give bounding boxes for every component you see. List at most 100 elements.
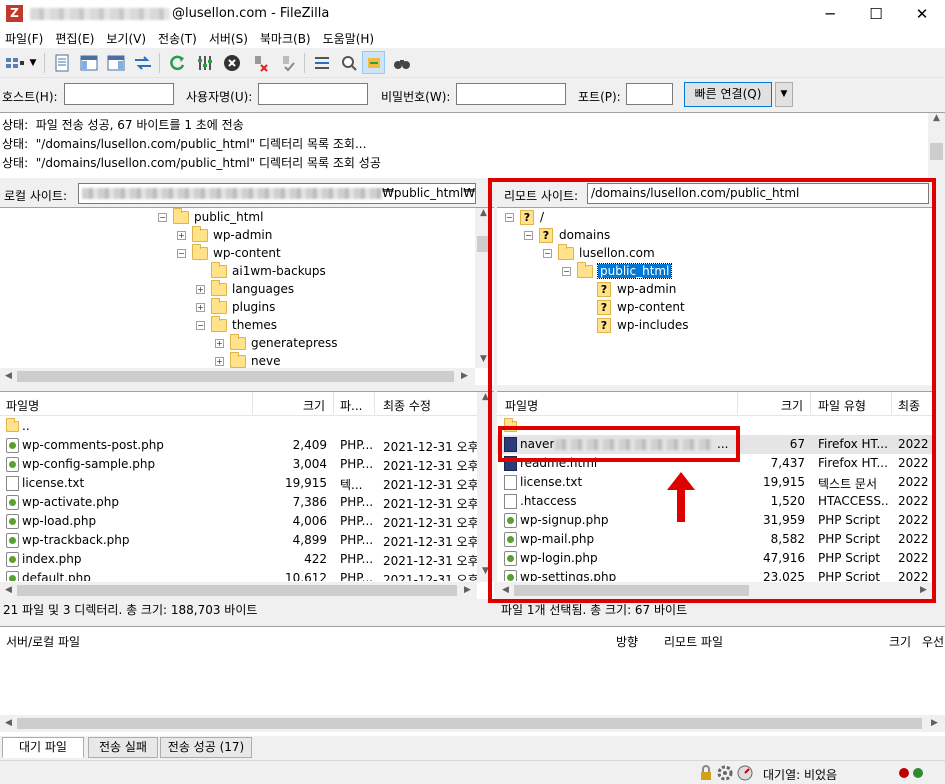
php-file-icon	[6, 495, 19, 510]
search-remote-icon[interactable]	[390, 51, 413, 74]
folder-icon	[173, 208, 189, 224]
queue-column-local[interactable]: 서버/로컬 파일	[6, 633, 80, 650]
remote-list-hscrollbar[interactable]: ◀ ▶	[497, 582, 933, 599]
reconnect-icon[interactable]	[276, 51, 299, 74]
unknown-folder-icon: ?	[597, 299, 611, 315]
file-row[interactable]: wp-mail.php 8,582 PHP Script 2022	[497, 530, 933, 549]
compare-directories-icon[interactable]	[337, 51, 360, 74]
tab-failed-transfers[interactable]: 전송 실패	[88, 737, 158, 758]
menu-help[interactable]: 도움말(H)	[318, 28, 382, 48]
refresh-icon[interactable]	[165, 51, 188, 74]
queue-hscrollbar[interactable]: ◀ ▶	[0, 715, 945, 732]
tree-item-local[interactable]: ai1wm-backups	[211, 261, 326, 280]
tree-item-remote[interactable]: ? wp-admin	[597, 280, 676, 298]
quickconnect-dropdown-icon[interactable]: ▼	[775, 82, 793, 107]
local-path-input[interactable]: ₩public_html₩	[78, 183, 476, 204]
log-scrollbar[interactable]: ▲	[928, 113, 945, 178]
toggle-local-tree-icon[interactable]	[77, 51, 100, 74]
column-name[interactable]: 파일명	[6, 397, 39, 414]
file-row[interactable]: license.txt 19,915 텍스트 문서 2022	[497, 473, 933, 492]
tree-item-local[interactable]: − wp-content	[177, 243, 281, 262]
menu-edit[interactable]: 편집(E)	[50, 28, 101, 48]
cancel-icon[interactable]	[220, 51, 243, 74]
file-row[interactable]: license.txt 19,915 텍... 2021-12-31 오후	[0, 474, 478, 493]
tree-item-local[interactable]: − public_html	[158, 208, 263, 226]
synchronized-browsing-icon[interactable]	[362, 51, 385, 74]
file-row-selected[interactable]: naver ... 67 Firefox HT... 2022	[497, 435, 933, 454]
tree-item-remote[interactable]: − public_html	[562, 261, 673, 280]
username-input[interactable]	[258, 83, 368, 105]
local-list-vscrollbar[interactable]: ▲ ▼	[477, 392, 494, 582]
queue-column-direction[interactable]: 방향	[616, 633, 638, 650]
disconnect-icon[interactable]	[249, 51, 272, 74]
tree-item-local[interactable]: + plugins	[196, 297, 275, 316]
file-row[interactable]: wp-trackback.php 4,899 PHP... 2021-12-31…	[0, 531, 478, 550]
column-name[interactable]: 파일명	[505, 397, 538, 414]
file-row[interactable]: wp-load.php 4,006 PHP... 2021-12-31 오후	[0, 512, 478, 531]
php-file-icon	[6, 571, 19, 581]
filezilla-logo-icon: Z	[6, 5, 23, 22]
menu-file[interactable]: 파일(F)	[0, 28, 50, 48]
process-queue-icon[interactable]	[193, 51, 216, 74]
column-type[interactable]: 파...	[340, 397, 362, 414]
tree-item-remote[interactable]: ? wp-includes	[597, 316, 689, 334]
tab-queued-files[interactable]: 대기 파일	[2, 737, 84, 758]
close-button[interactable]: ✕	[899, 0, 945, 28]
menu-view[interactable]: 보기(V)	[101, 28, 153, 48]
menu-server[interactable]: 서버(S)	[204, 28, 255, 48]
file-row[interactable]: ..	[0, 417, 478, 436]
file-row[interactable]: .htaccess 1,520 HTACCESS... 2022	[497, 492, 933, 511]
site-manager-dropdown-icon[interactable]: ▼	[26, 51, 40, 74]
tree-item-remote[interactable]: ? wp-content	[597, 298, 685, 316]
text-file-icon	[504, 494, 517, 509]
menu-bookmarks[interactable]: 북마크(B)	[255, 28, 318, 48]
file-row[interactable]: wp-signup.php 31,959 PHP Script 2022	[497, 511, 933, 530]
password-input[interactable]	[456, 83, 566, 105]
local-tree-hscrollbar[interactable]: ◀ ▶	[0, 368, 475, 385]
remote-path-input[interactable]: /domains/lusellon.com/public_html	[587, 183, 929, 204]
toggle-log-icon[interactable]	[50, 51, 73, 74]
local-list-hscrollbar[interactable]: ◀ ▶	[0, 582, 477, 599]
tree-item-remote[interactable]: −? /	[505, 208, 544, 226]
file-row[interactable]: default.php 10,612 PHP... 2021-12-31 오후	[0, 569, 478, 581]
file-row[interactable]: wp-settings.php 23,025 PHP Script 2022	[497, 568, 933, 581]
maximize-button[interactable]: ☐	[853, 0, 899, 28]
local-path-redacted	[82, 188, 382, 199]
site-manager-icon[interactable]	[3, 51, 26, 74]
log-line: 상태: "/domains/lusellon.com/public_html" …	[2, 137, 367, 151]
remote-file-list: 파일명 크기 파일 유형 최종 .. naver ... 67 Firefox …	[497, 391, 933, 599]
queue-column-size[interactable]: 크기	[889, 633, 911, 650]
tree-item-remote[interactable]: − lusellon.com	[543, 243, 655, 262]
tree-item-local[interactable]: + wp-admin	[177, 225, 272, 244]
file-row[interactable]: index.php 422 PHP... 2021-12-31 오후	[0, 550, 478, 569]
folder-icon	[230, 351, 246, 368]
file-row[interactable]: wp-login.php 47,916 PHP Script 2022	[497, 549, 933, 568]
column-modified[interactable]: 최종	[898, 397, 920, 414]
column-size[interactable]: 크기	[781, 397, 803, 414]
tab-successful-transfers[interactable]: 전송 성공 (17)	[160, 737, 252, 758]
local-tree-vscrollbar[interactable]: ▲ ▼	[475, 208, 492, 368]
tree-item-remote[interactable]: −? domains	[524, 226, 610, 244]
column-modified[interactable]: 최종 수정	[383, 397, 431, 414]
tree-item-local[interactable]: + languages	[196, 279, 294, 298]
minimize-button[interactable]: ─	[807, 0, 853, 28]
column-type[interactable]: 파일 유형	[818, 397, 866, 414]
php-file-icon	[6, 457, 19, 472]
quickconnect-button[interactable]: 빠른 연결(Q)	[684, 82, 772, 107]
tree-item-local[interactable]: + generatepress	[215, 333, 338, 352]
file-row[interactable]: ..	[497, 417, 933, 436]
queue-column-priority[interactable]: 우선	[922, 633, 944, 650]
menu-transfer[interactable]: 전송(T)	[153, 28, 204, 48]
toggle-remote-tree-icon[interactable]	[104, 51, 127, 74]
file-row[interactable]: readme.html 7,437 Firefox HT... 2022	[497, 454, 933, 473]
file-row[interactable]: wp-activate.php 7,386 PHP... 2021-12-31 …	[0, 493, 478, 512]
file-row[interactable]: wp-config-sample.php 3,004 PHP... 2021-1…	[0, 455, 478, 474]
tree-item-local[interactable]: − themes	[196, 315, 277, 334]
port-input[interactable]	[626, 83, 673, 105]
queue-column-remote[interactable]: 리모트 파일	[664, 633, 723, 650]
toggle-queue-icon[interactable]	[131, 51, 154, 74]
file-row[interactable]: wp-comments-post.php 2,409 PHP... 2021-1…	[0, 436, 478, 455]
column-size[interactable]: 크기	[303, 397, 325, 414]
host-input[interactable]	[64, 83, 174, 105]
directory-listing-filter-icon[interactable]	[310, 51, 333, 74]
